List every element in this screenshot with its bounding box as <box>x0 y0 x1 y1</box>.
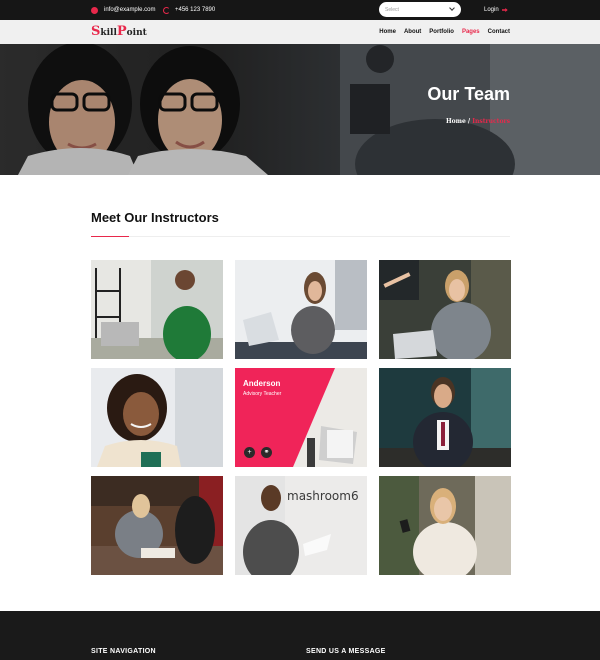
logo-letter-p: P <box>116 24 127 39</box>
phone-icon <box>163 6 170 14</box>
instructor-photo <box>379 260 511 359</box>
email-contact[interactable]: info@example.com <box>91 0 155 20</box>
site-logo[interactable]: S kill P oint <box>91 24 147 40</box>
nav-item-about[interactable]: About <box>404 29 421 35</box>
email-text: info@example.com <box>104 7 156 13</box>
footer-nav-heading: SITE NAVIGATION <box>91 648 156 655</box>
instructor-card[interactable]: mashroom6 <box>235 476 367 575</box>
instructor-card[interactable] <box>91 476 223 575</box>
nav-item-portfolio[interactable]: Portfolio <box>429 29 454 35</box>
login-arrow-icon <box>501 8 508 12</box>
instructor-photo <box>91 368 223 467</box>
instructor-photo <box>379 476 511 575</box>
breadcrumb-separator: / <box>467 118 471 125</box>
nav-menu: Home About Portfolio Pages Contact <box>379 20 510 44</box>
top-bar: info@example.com +456 123 7890 Select Lo… <box>0 0 600 20</box>
nav-item-home[interactable]: Home <box>379 29 396 35</box>
instructor-photo <box>91 260 223 359</box>
instructor-card[interactable] <box>91 260 223 359</box>
instructor-card[interactable] <box>91 368 223 467</box>
section-divider <box>91 236 510 237</box>
nav-item-contact[interactable]: Contact <box>488 29 510 35</box>
site-footer: SITE NAVIGATION SEND US A MESSAGE <box>0 611 600 660</box>
select-placeholder: Select <box>385 6 399 13</box>
logo-text-oint: oint <box>126 28 147 38</box>
footer-message-heading: SEND US A MESSAGE <box>306 648 386 655</box>
breadcrumb: Home / Instructors <box>446 118 510 125</box>
section-title: Meet Our Instructors <box>91 210 219 225</box>
instructor-name: Anderson <box>243 379 281 388</box>
breadcrumb-current: Instructors <box>472 118 510 125</box>
plus-icon[interactable]: + <box>244 447 255 458</box>
instructor-photo <box>235 260 367 359</box>
instructor-photo <box>379 368 511 467</box>
hero-banner: Our Team Home / Instructors <box>0 44 600 175</box>
instructor-card[interactable] <box>379 476 511 575</box>
phone-contact[interactable]: +456 123 7890 <box>163 0 215 20</box>
hero-overlay <box>0 44 600 175</box>
page-title: Our Team <box>427 84 510 104</box>
svg-text:mashroom6: mashroom6 <box>287 489 359 503</box>
phone-text: +456 123 7890 <box>175 7 216 13</box>
language-select[interactable]: Select <box>379 2 461 17</box>
section-divider-accent <box>91 236 129 237</box>
instructor-card[interactable] <box>379 260 511 359</box>
instructor-photo <box>91 476 223 575</box>
logo-text-kill: kill <box>100 28 117 38</box>
login-link[interactable]: Login <box>484 0 508 20</box>
breadcrumb-home[interactable]: Home <box>446 118 466 125</box>
instructor-photo: mashroom6 <box>235 476 367 575</box>
nav-item-pages[interactable]: Pages <box>462 29 480 35</box>
link-icon[interactable]: ⚭ <box>261 447 272 458</box>
instructor-card-featured[interactable]: Anderson Advisory Teacher + ⚭ <box>235 368 367 467</box>
login-label: Login <box>484 7 499 13</box>
email-icon <box>91 6 98 14</box>
instructor-role: Advisory Teacher <box>243 391 282 397</box>
instructor-card[interactable] <box>379 368 511 467</box>
chevron-down-icon <box>449 5 455 11</box>
main-navbar: S kill P oint Home About Portfolio Pages… <box>0 20 600 44</box>
instructor-card[interactable] <box>235 260 367 359</box>
logo-letter-s: S <box>91 24 101 39</box>
